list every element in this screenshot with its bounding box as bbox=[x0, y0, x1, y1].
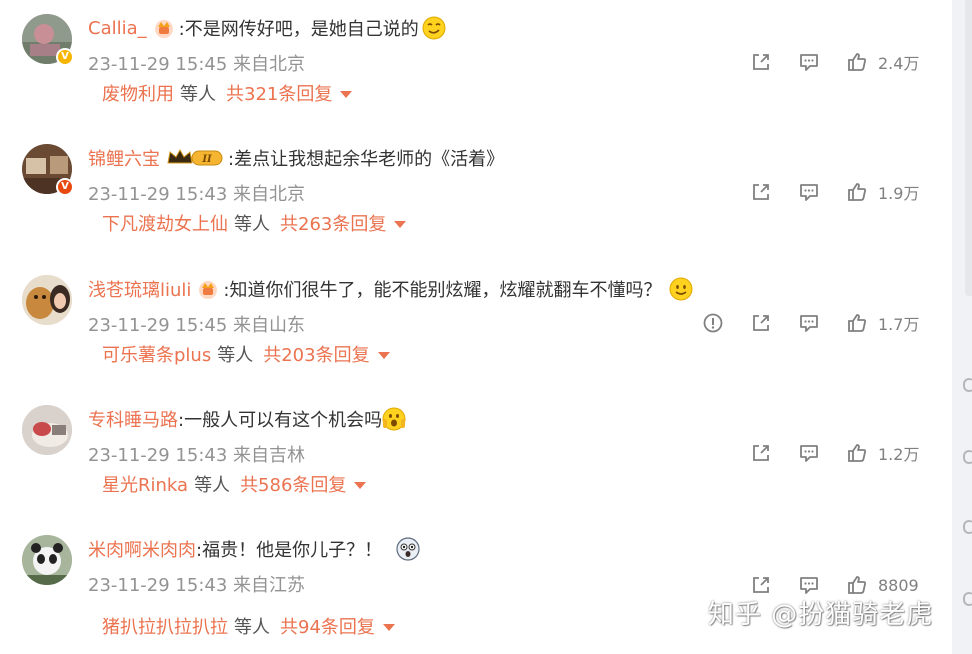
reply-summary[interactable]: 可乐薯条plus 等人 共203条回复 bbox=[102, 341, 390, 367]
comment-actions: 1.7万 bbox=[678, 309, 922, 337]
replier-suffix: 等人 bbox=[234, 617, 270, 638]
like-count: 8809 bbox=[878, 575, 919, 595]
shocked-emoji-icon bbox=[396, 537, 420, 561]
comment-actions: 1.9万 bbox=[726, 178, 922, 206]
share-icon[interactable] bbox=[748, 179, 774, 205]
sidebar-edge-icon[interactable] bbox=[963, 450, 972, 464]
comment-item: 米肉啊米肉肉 :福贵！他是你儿子？！ 23-11-29 15:43 来自江苏 8… bbox=[0, 521, 952, 651]
comment-meta: 23-11-29 15:43 来自吉林 bbox=[88, 441, 305, 467]
replier-name[interactable]: 可乐薯条plus bbox=[102, 341, 211, 367]
comment-location: 来自山东 bbox=[233, 315, 306, 336]
reply-total[interactable]: 共586条回复 bbox=[240, 471, 346, 497]
right-sidebar bbox=[952, 0, 972, 654]
comment-time: 23-11-29 15:43 bbox=[88, 575, 228, 596]
username[interactable]: Callia_ bbox=[88, 18, 147, 39]
avatar[interactable] bbox=[22, 275, 72, 325]
reply-total[interactable]: 共203条回复 bbox=[263, 341, 369, 367]
caret-down-icon[interactable] bbox=[382, 623, 395, 631]
share-icon[interactable] bbox=[748, 310, 774, 336]
report-icon[interactable] bbox=[700, 310, 726, 336]
comment-item: 浅苍琉璃liuli :知道你们很牛了，能不能别炫耀，炫耀就翻车不懂吗？ 23-1… bbox=[0, 261, 952, 391]
caret-down-icon[interactable] bbox=[377, 351, 390, 359]
comment-time: 23-11-29 15:43 bbox=[88, 445, 228, 466]
comment-icon[interactable] bbox=[796, 49, 822, 75]
caret-down-icon[interactable] bbox=[394, 220, 407, 228]
comment-text: :知道你们很牛了，能不能别炫耀，炫耀就翻车不懂吗？ bbox=[223, 280, 662, 301]
like-count: 1.9万 bbox=[878, 184, 920, 203]
comment-meta: 23-11-29 15:43 来自北京 bbox=[88, 180, 305, 206]
comment-meta: 23-11-29 15:45 来自山东 bbox=[88, 311, 305, 337]
reply-total[interactable]: 共94条回复 bbox=[280, 613, 375, 639]
comment-text: :差点让我想起余华老师的《活着》 bbox=[228, 149, 505, 170]
comment-icon[interactable] bbox=[796, 310, 822, 336]
avatar[interactable] bbox=[22, 535, 72, 585]
share-icon[interactable] bbox=[748, 440, 774, 466]
crown-medal-icon bbox=[197, 278, 219, 300]
like-icon[interactable] bbox=[844, 440, 870, 466]
replier-name[interactable]: 废物利用 bbox=[102, 80, 174, 106]
comment-actions: 1.2万 bbox=[726, 439, 922, 467]
level-medal-icon: II bbox=[166, 147, 224, 169]
replier-name[interactable]: 星光Rinka bbox=[102, 471, 188, 497]
caret-down-icon[interactable] bbox=[340, 90, 353, 98]
comment-actions: 2.4万 bbox=[726, 48, 922, 76]
replier-suffix: 等人 bbox=[194, 475, 231, 496]
comment-location: 来自吉林 bbox=[233, 445, 306, 466]
like-count: 1.2万 bbox=[878, 445, 920, 464]
comment-time: 23-11-29 15:43 bbox=[88, 184, 228, 205]
comment-text: :不是网传好吧，是她自己说的 bbox=[178, 19, 419, 40]
comment-item: V 锦鲤六宝 II :差点让我想起余华老师的《活着》 23-11-29 15:4… bbox=[0, 130, 952, 260]
comment-time: 23-11-29 15:45 bbox=[88, 315, 228, 336]
comment-location: 来自江苏 bbox=[233, 575, 306, 596]
username[interactable]: 专科睡马路 bbox=[88, 406, 178, 432]
replier-name[interactable]: 猪扒拉扒拉扒拉 bbox=[102, 613, 228, 639]
username[interactable]: 浅苍琉璃liuli bbox=[88, 276, 191, 302]
comment-feed: V Callia_ :不是网传好吧，是她自己说的 23-11-29 15:45 … bbox=[0, 0, 952, 654]
comment-text: :福贵！他是你儿子？！ bbox=[196, 540, 383, 561]
like-icon[interactable] bbox=[844, 49, 870, 75]
smirk-emoji-icon bbox=[422, 16, 446, 40]
replier-suffix: 等人 bbox=[180, 84, 216, 105]
comment-time: 23-11-29 15:45 bbox=[88, 54, 228, 75]
like-count: 1.7万 bbox=[878, 315, 920, 334]
watermark: 知乎 @扮猫骑老虎 bbox=[708, 600, 934, 630]
comment-text: :一般人可以有这个机会吗 bbox=[178, 410, 383, 431]
scroll-track[interactable] bbox=[965, 0, 972, 296]
comment-meta: 23-11-29 15:45 来自北京 bbox=[88, 50, 305, 76]
username[interactable]: 锦鲤六宝 bbox=[88, 145, 160, 171]
svg-text:II: II bbox=[201, 154, 212, 165]
smile-emoji-icon bbox=[669, 277, 693, 301]
scream-emoji-icon bbox=[382, 407, 406, 431]
like-icon[interactable] bbox=[844, 310, 870, 336]
replier-suffix: 等人 bbox=[234, 214, 270, 235]
like-count: 2.4万 bbox=[878, 54, 920, 73]
reply-total[interactable]: 共263条回复 bbox=[280, 210, 386, 236]
reply-summary[interactable]: 星光Rinka 等人 共586条回复 bbox=[102, 471, 367, 497]
verified-badge: V bbox=[56, 178, 74, 196]
comment-location: 来自北京 bbox=[233, 54, 306, 75]
like-icon[interactable] bbox=[844, 179, 870, 205]
comment-icon[interactable] bbox=[796, 179, 822, 205]
share-icon[interactable] bbox=[748, 49, 774, 75]
sidebar-edge-icon[interactable] bbox=[963, 378, 972, 392]
reply-summary[interactable]: 废物利用 等人 共321条回复 bbox=[102, 80, 353, 106]
reply-total[interactable]: 共321条回复 bbox=[226, 80, 332, 106]
sidebar-edge-icon[interactable] bbox=[963, 520, 972, 534]
crown-medal-icon bbox=[153, 17, 175, 39]
comment-icon[interactable] bbox=[796, 440, 822, 466]
replier-name[interactable]: 下凡渡劫女上仙 bbox=[102, 210, 228, 236]
reply-summary[interactable]: 下凡渡劫女上仙 等人 共263条回复 bbox=[102, 210, 407, 236]
replier-suffix: 等人 bbox=[217, 345, 254, 366]
comment-item: V Callia_ :不是网传好吧，是她自己说的 23-11-29 15:45 … bbox=[0, 0, 952, 130]
verified-badge: V bbox=[56, 48, 74, 66]
comment-location: 来自北京 bbox=[233, 184, 306, 205]
caret-down-icon[interactable] bbox=[354, 481, 367, 489]
username[interactable]: 米肉啊米肉肉 bbox=[88, 536, 196, 562]
comment-meta: 23-11-29 15:43 来自江苏 bbox=[88, 571, 305, 597]
reply-summary[interactable]: 猪扒拉扒拉扒拉 等人 共94条回复 bbox=[102, 613, 395, 639]
avatar[interactable] bbox=[22, 405, 72, 455]
comment-item: 专科睡马路 :一般人可以有这个机会吗 23-11-29 15:43 来自吉林 1… bbox=[0, 391, 952, 521]
sidebar-edge-icon[interactable] bbox=[963, 592, 972, 606]
